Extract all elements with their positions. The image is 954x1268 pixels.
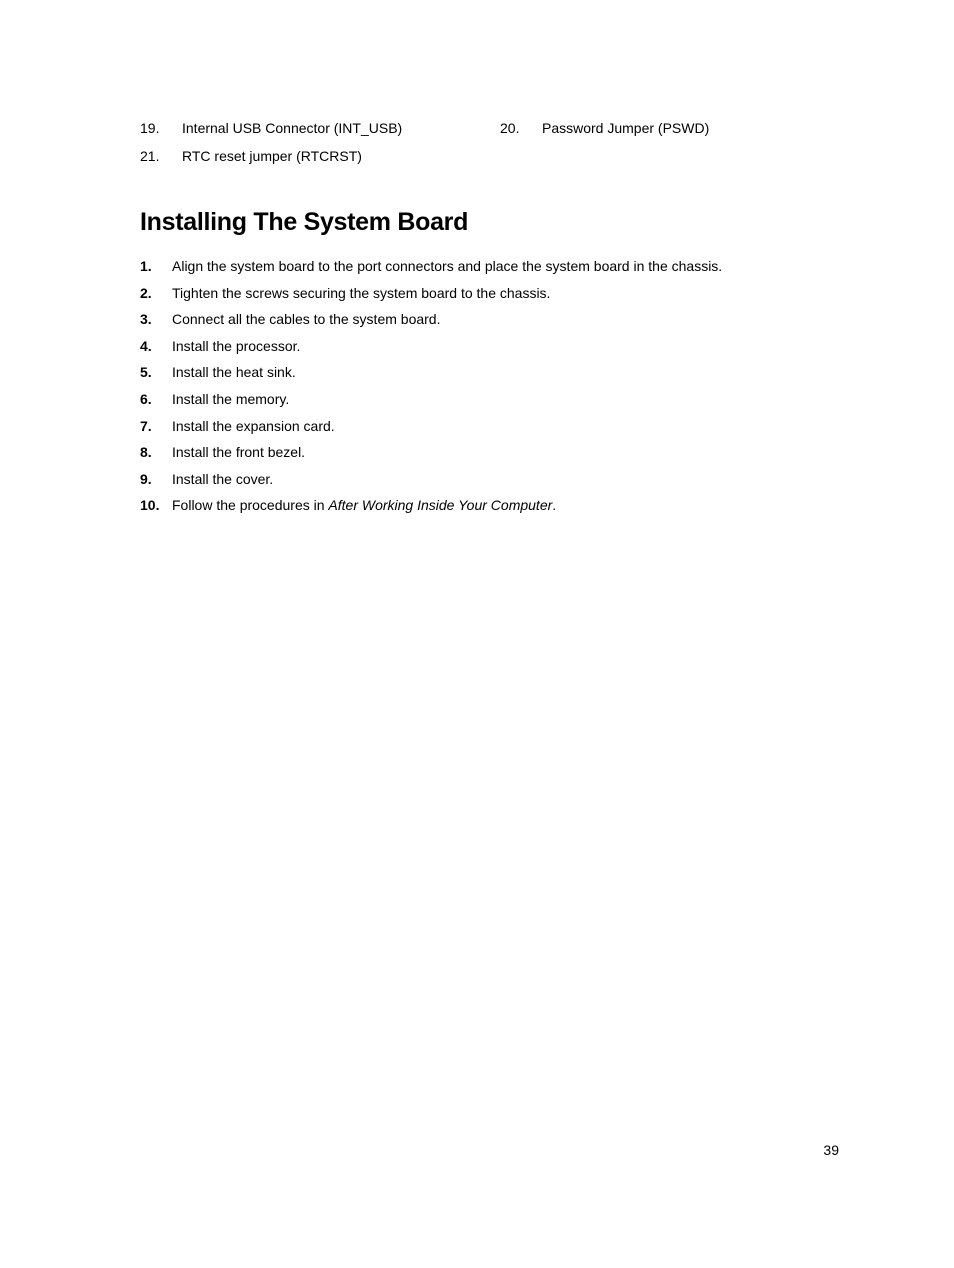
step-text: Install the cover. bbox=[172, 470, 839, 490]
connector-item: 21. RTC reset jumper (RTCRST) bbox=[140, 148, 500, 164]
step-item: 9. Install the cover. bbox=[140, 470, 839, 490]
step-num: 1. bbox=[140, 257, 172, 277]
step-num: 6. bbox=[140, 390, 172, 410]
connector-item: 19. Internal USB Connector (INT_USB) bbox=[140, 120, 500, 136]
connector-num: 19. bbox=[140, 120, 182, 136]
step-text: Install the front bezel. bbox=[172, 443, 839, 463]
step-num: 8. bbox=[140, 443, 172, 463]
step-text-prefix: Follow the procedures in bbox=[172, 497, 328, 513]
page-number: 39 bbox=[823, 1142, 839, 1158]
step-num: 7. bbox=[140, 417, 172, 437]
step-item: 10. Follow the procedures in After Worki… bbox=[140, 496, 839, 516]
section-heading: Installing The System Board bbox=[140, 208, 839, 237]
connector-item: 20. Password Jumper (PSWD) bbox=[500, 120, 820, 136]
connector-list: 19. Internal USB Connector (INT_USB) 20.… bbox=[140, 120, 839, 176]
step-item: 4. Install the processor. bbox=[140, 337, 839, 357]
step-num: 2. bbox=[140, 284, 172, 304]
step-num: 9. bbox=[140, 470, 172, 490]
step-text: Install the processor. bbox=[172, 337, 839, 357]
step-item: 1. Align the system board to the port co… bbox=[140, 257, 839, 277]
step-item: 8. Install the front bezel. bbox=[140, 443, 839, 463]
step-text: Tighten the screws securing the system b… bbox=[172, 284, 839, 304]
connector-text: Password Jumper (PSWD) bbox=[542, 120, 820, 136]
step-item: 2. Tighten the screws securing the syste… bbox=[140, 284, 839, 304]
step-text: Install the expansion card. bbox=[172, 417, 839, 437]
step-num: 10. bbox=[140, 496, 172, 516]
connector-text: RTC reset jumper (RTCRST) bbox=[182, 148, 500, 164]
connector-text: Internal USB Connector (INT_USB) bbox=[182, 120, 500, 136]
step-text: Align the system board to the port conne… bbox=[172, 257, 839, 277]
step-text-italic: After Working Inside Your Computer bbox=[328, 497, 552, 513]
step-item: 3. Connect all the cables to the system … bbox=[140, 310, 839, 330]
step-num: 5. bbox=[140, 363, 172, 383]
step-text-suffix: . bbox=[552, 497, 556, 513]
step-item: 6. Install the memory. bbox=[140, 390, 839, 410]
step-text: Install the heat sink. bbox=[172, 363, 839, 383]
step-num: 4. bbox=[140, 337, 172, 357]
connector-num: 20. bbox=[500, 120, 542, 136]
connector-num: 21. bbox=[140, 148, 182, 164]
step-num: 3. bbox=[140, 310, 172, 330]
step-item: 5. Install the heat sink. bbox=[140, 363, 839, 383]
step-item: 7. Install the expansion card. bbox=[140, 417, 839, 437]
step-text: Follow the procedures in After Working I… bbox=[172, 496, 839, 516]
step-text: Install the memory. bbox=[172, 390, 839, 410]
steps-list: 1. Align the system board to the port co… bbox=[140, 257, 839, 516]
step-text: Connect all the cables to the system boa… bbox=[172, 310, 839, 330]
